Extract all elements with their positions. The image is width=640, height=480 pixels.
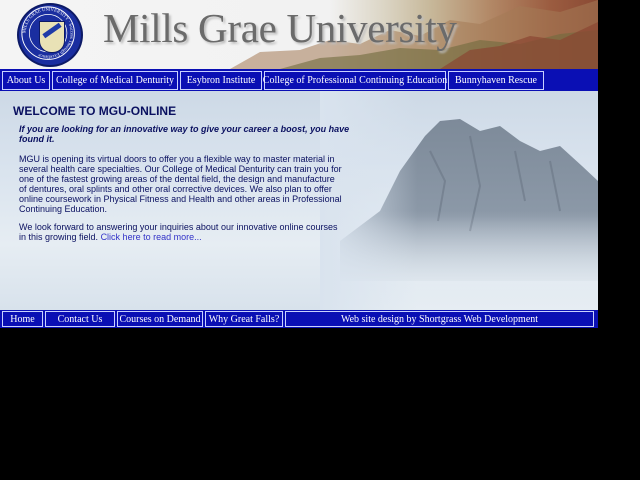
mountain-image — [320, 91, 598, 310]
page-heading: WELCOME TO MGU-ONLINE — [13, 104, 177, 118]
nav-college-medical-denturity[interactable]: College of Medical Denturity — [52, 70, 178, 90]
intro-paragraph: MGU is opening its virtual doors to offe… — [19, 154, 342, 214]
site-banner: MILLS GRAE UNIVERSITY · Success Through … — [0, 0, 598, 69]
bottom-navigation: Home Contact Us Courses on Demand Why Gr… — [0, 310, 598, 328]
university-seal-logo[interactable]: MILLS GRAE UNIVERSITY · Success Through … — [17, 3, 83, 67]
nav-contact-us[interactable]: Contact Us — [45, 311, 115, 327]
site-title: Mills Grae University — [103, 5, 457, 51]
nav-home[interactable]: Home — [2, 311, 43, 327]
top-navigation: About Us College of Medical Denturity Es… — [0, 69, 598, 91]
web-design-credit-link[interactable]: Web site design by Shortgrass Web Develo… — [285, 311, 594, 327]
nav-why-great-falls[interactable]: Why Great Falls? — [205, 311, 283, 327]
shield-icon — [39, 21, 65, 53]
inquiry-paragraph: We look forward to answering your inquir… — [19, 222, 344, 242]
main-content: WELCOME TO MGU-ONLINE If you are looking… — [0, 91, 598, 310]
lead-text: If you are looking for an innovative way… — [19, 124, 350, 144]
nav-about-us[interactable]: About Us — [2, 70, 50, 90]
nav-courses-on-demand[interactable]: Courses on Demand — [117, 311, 203, 327]
nav-bunnyhaven-rescue[interactable]: Bunnyhaven Rescue — [448, 70, 544, 90]
read-more-link[interactable]: Click here to read more... — [101, 232, 202, 242]
nav-professional-continuing-education[interactable]: College of Professional Continuing Educa… — [263, 70, 447, 90]
nav-esybron-institute[interactable]: Esybron Institute — [180, 70, 262, 90]
